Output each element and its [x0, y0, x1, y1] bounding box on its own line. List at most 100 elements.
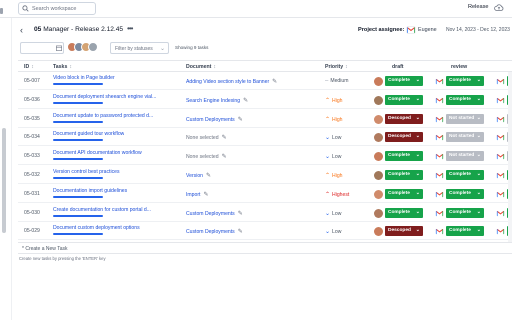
draft-status-dropdown[interactable]: Complete ⌄ — [385, 76, 423, 86]
review-assignee-gmail-icon[interactable] — [435, 171, 444, 180]
draft-assignee-avatar[interactable] — [374, 227, 383, 237]
draft-assignee-avatar[interactable] — [374, 133, 383, 143]
column-header-id[interactable]: ID ↕ — [24, 64, 34, 70]
review-assignee-gmail-icon[interactable] — [435, 208, 444, 218]
draft-status-dropdown[interactable]: Descoped ⌄ — [385, 113, 423, 124]
next-assignee-gmail-icon[interactable] — [496, 189, 505, 199]
document-link[interactable]: Search Engine Indexing ✎ — [186, 97, 248, 104]
sort-icon[interactable]: ↕ — [345, 64, 348, 70]
next-assignee-gmail-icon[interactable] — [496, 77, 505, 86]
review-status-dropdown[interactable]: Complete ⌄ — [446, 94, 484, 105]
back-icon[interactable]: ‹ — [20, 25, 23, 35]
table-row[interactable]: 05-007 Video block in Page builder Adding … — [18, 72, 512, 90]
task-title-link[interactable]: Document update to password protected d.… — [53, 113, 153, 119]
edit-icon[interactable]: ✎ — [203, 192, 208, 198]
review-assignee-gmail-icon[interactable] — [435, 152, 444, 162]
sort-icon[interactable]: ↕ — [69, 64, 72, 70]
review-assignee-gmail-icon[interactable] — [435, 227, 444, 237]
avatar[interactable] — [88, 42, 98, 52]
document-link[interactable]: Custom Deployments ✎ — [186, 210, 243, 217]
search-input[interactable]: Search workspace — [18, 2, 96, 15]
table-scrollbar[interactable] — [508, 72, 512, 242]
priority-selector[interactable]: ⌄ Low — [325, 210, 341, 217]
review-assignee-gmail-icon[interactable] — [435, 133, 444, 143]
draft-status-dropdown[interactable]: Descoped ⌄ — [385, 132, 423, 143]
review-status-dropdown[interactable]: Not started ⌄ — [446, 151, 484, 162]
draft-status-dropdown[interactable]: Complete ⌄ — [385, 151, 423, 162]
priority-selector[interactable]: ⌃ High — [325, 116, 343, 123]
document-link[interactable]: None selected ✎ — [186, 134, 227, 141]
table-row[interactable]: 05-030 Create documentation for custom po… — [18, 204, 512, 222]
task-title-link[interactable]: Document custom deployment options — [53, 225, 140, 231]
task-title-link[interactable]: Documentation import guidelines — [53, 188, 127, 194]
draft-status-dropdown[interactable]: Complete ⌄ — [385, 207, 423, 218]
draft-assignee-avatar[interactable] — [374, 114, 383, 124]
edit-icon[interactable]: ✎ — [243, 98, 248, 104]
cloud-upload-icon[interactable] — [494, 3, 504, 12]
sidebar-toggle-handle[interactable] — [0, 8, 3, 14]
draft-assignee-avatar[interactable] — [374, 152, 383, 162]
review-status-dropdown[interactable]: Complete ⌄ — [446, 170, 484, 180]
review-assignee-gmail-icon[interactable] — [435, 114, 444, 124]
status-filter-select[interactable]: Filter by statuses ⌄ — [110, 42, 169, 54]
column-header-draft[interactable]: draft — [392, 64, 404, 70]
priority-selector[interactable]: ⌄ Low — [325, 134, 341, 141]
gmail-avatar-icon[interactable] — [406, 25, 416, 35]
review-assignee-gmail-icon[interactable] — [435, 77, 444, 86]
draft-assignee-avatar[interactable] — [374, 77, 383, 86]
document-link[interactable]: None selected ✎ — [186, 153, 227, 160]
edit-icon[interactable]: ✎ — [238, 211, 243, 217]
priority-selector[interactable]: – Medium — [325, 78, 348, 84]
next-assignee-gmail-icon[interactable] — [496, 152, 505, 162]
review-assignee-gmail-icon[interactable] — [435, 189, 444, 199]
priority-selector[interactable]: ⌄ Low — [325, 153, 341, 160]
review-status-dropdown[interactable]: Complete ⌄ — [446, 76, 484, 86]
next-assignee-gmail-icon[interactable] — [496, 133, 505, 143]
edit-icon[interactable]: ✎ — [206, 173, 211, 179]
next-assignee-gmail-icon[interactable] — [496, 227, 505, 237]
priority-selector[interactable]: ⌃ High — [325, 97, 343, 104]
edit-icon[interactable]: ✎ — [272, 79, 277, 85]
sort-icon[interactable]: ↕ — [31, 64, 34, 70]
sort-icon[interactable]: ↕ — [213, 64, 216, 70]
date-range[interactable]: Nov 14, 2023 - Dec 12, 2023 — [446, 27, 510, 33]
draft-status-dropdown[interactable]: Descoped ⌄ — [385, 226, 423, 237]
edit-icon[interactable]: ✎ — [222, 154, 227, 160]
review-status-dropdown[interactable]: Not started ⌄ — [446, 132, 484, 143]
assignee-avatar-group[interactable] — [67, 42, 98, 52]
task-title-link[interactable]: Document API documentation workflow — [53, 150, 142, 156]
column-header-review[interactable]: review — [451, 64, 467, 70]
review-status-dropdown[interactable]: Complete ⌄ — [446, 207, 484, 218]
table-row[interactable]: 05-036 Document deployment sheearch engin… — [18, 91, 512, 109]
task-title-link[interactable]: Version control best practices — [53, 169, 120, 175]
document-link[interactable]: Version ✎ — [186, 172, 211, 179]
document-link[interactable]: Custom Deployments ✎ — [186, 116, 243, 123]
task-title-link[interactable]: Create documentation for custom portal d… — [53, 207, 151, 213]
assignee-name[interactable]: Eugene — [418, 27, 437, 33]
calendar-icon[interactable] — [56, 45, 62, 51]
edit-icon[interactable]: ✎ — [238, 117, 243, 123]
table-row[interactable]: 05-032 Version control best practices Vers… — [18, 166, 512, 184]
task-title-link[interactable]: Document deployment sheearch engine vial… — [53, 94, 156, 100]
release-button[interactable]: Release — [468, 4, 489, 10]
task-title-link[interactable]: Document guided tour workflow — [53, 131, 124, 137]
table-row[interactable]: 05-034 Document guided tour workflow None … — [18, 128, 512, 147]
draft-assignee-avatar[interactable] — [374, 208, 383, 218]
draft-status-dropdown[interactable]: Complete ⌄ — [385, 170, 423, 180]
next-assignee-gmail-icon[interactable] — [496, 114, 505, 124]
next-assignee-gmail-icon[interactable] — [496, 95, 505, 105]
column-header-priority[interactable]: Priority ↕ — [325, 64, 348, 70]
document-link[interactable]: Adding Video section style to Banner ✎ — [186, 78, 277, 85]
draft-assignee-avatar[interactable] — [374, 95, 383, 105]
draft-status-dropdown[interactable]: Complete ⌄ — [385, 188, 423, 199]
review-status-dropdown[interactable]: Not started ⌄ — [446, 113, 484, 124]
priority-selector[interactable]: ⌃ High — [325, 172, 343, 179]
priority-selector[interactable]: ⌃ Highest — [325, 191, 349, 198]
column-header-document[interactable]: Document ↕ — [186, 64, 216, 70]
review-status-dropdown[interactable]: Complete ⌄ — [446, 226, 484, 237]
document-link[interactable]: Import ✎ — [186, 191, 208, 198]
next-assignee-gmail-icon[interactable] — [496, 208, 505, 218]
new-task-input[interactable]: * Create a New Task — [18, 242, 512, 254]
column-header-tasks[interactable]: Tasks ↕ — [53, 64, 72, 70]
table-row[interactable]: 05-029 Document custom deployment options… — [18, 222, 512, 241]
